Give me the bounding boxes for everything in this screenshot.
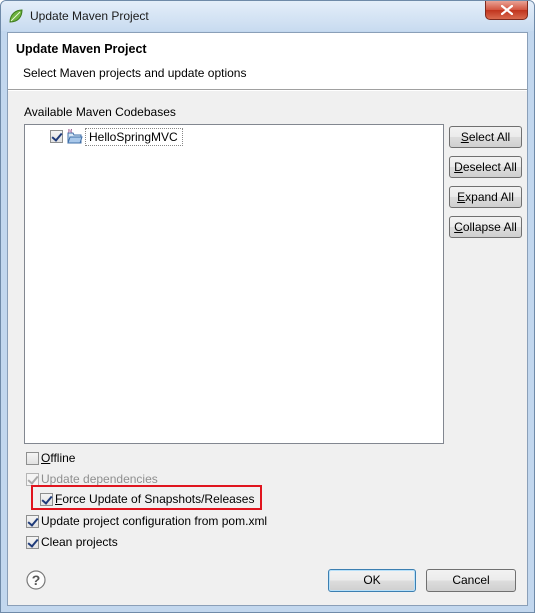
offline-mnemonic: O [41, 451, 51, 465]
update-dependencies-label: Update dependencies [41, 472, 158, 486]
close-icon [501, 5, 513, 15]
tree-item-checkbox[interactable] [50, 130, 63, 143]
help-icon[interactable]: ? [26, 570, 46, 590]
cancel-button[interactable]: Cancel [426, 569, 516, 592]
maven-project-folder-icon: M [67, 129, 83, 144]
title-bar[interactable]: Update Maven Project [1, 1, 534, 31]
expand-all-button[interactable]: Expand All [449, 186, 522, 208]
select-all-label: elect All [468, 130, 511, 144]
force-update-checkbox[interactable] [40, 493, 53, 506]
ok-button[interactable]: OK [328, 569, 416, 592]
svg-text:M: M [68, 129, 72, 135]
codebases-tree[interactable]: M HelloSpringMVC [24, 124, 444, 444]
select-all-mnemonic: S [460, 130, 469, 144]
force-update-label-rest: orce Update of Snapshots/Releases [62, 492, 255, 506]
header-description: Select Maven projects and update options [23, 66, 247, 80]
deselect-all-label: eselect All [462, 160, 517, 174]
offline-checkbox[interactable] [26, 452, 39, 465]
expand-all-mnemonic: E [457, 190, 466, 204]
select-all-button[interactable]: Select All [449, 126, 522, 148]
header-title: Update Maven Project [16, 42, 147, 56]
offline-label: Offline [41, 451, 75, 465]
codebases-label: Available Maven Codebases [24, 105, 176, 119]
update-config-label: Update project configuration from pom.xm… [41, 514, 268, 528]
collapse-all-label: ollapse All [462, 220, 517, 234]
deselect-all-button[interactable]: Deselect All [449, 156, 522, 178]
dialog-body: Update Maven Project Select Maven projec… [7, 32, 528, 606]
update-maven-project-dialog: Update Maven Project Update Maven Projec… [0, 0, 535, 613]
deselect-all-mnemonic: D [454, 160, 463, 174]
offline-label-rest: ffline [50, 451, 76, 465]
close-button[interactable] [485, 1, 528, 20]
tree-item-label: HelloSpringMVC [85, 128, 183, 146]
header-divider [8, 90, 527, 91]
spring-leaf-icon [9, 9, 23, 23]
collapse-all-mnemonic: C [454, 220, 463, 234]
dialog-header: Update Maven Project Select Maven projec… [8, 33, 527, 90]
clean-projects-checkbox[interactable] [26, 536, 39, 549]
window-title: Update Maven Project [30, 9, 149, 23]
help-glyph: ? [32, 572, 41, 588]
update-config-checkbox[interactable] [26, 515, 39, 528]
clean-projects-label: Clean projects [41, 535, 118, 549]
collapse-all-button[interactable]: Collapse All [449, 216, 522, 238]
force-update-label: Force Update of Snapshots/Releases [55, 492, 254, 506]
expand-all-label: xpand All [465, 190, 514, 204]
